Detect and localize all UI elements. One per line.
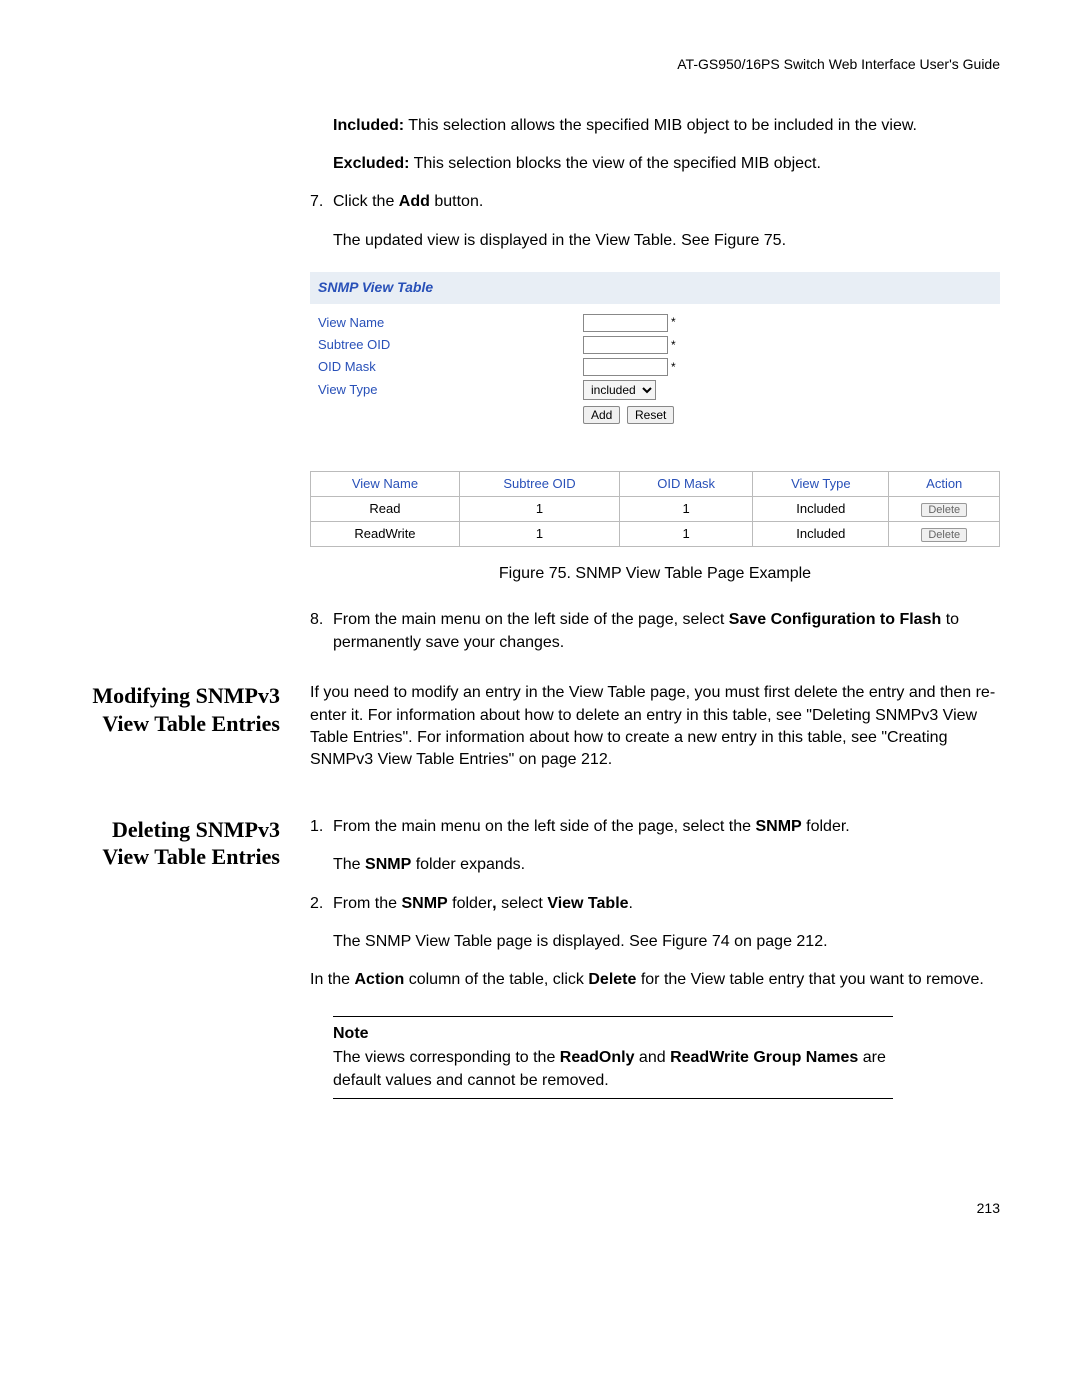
text: The updated view is displayed in the Vie… xyxy=(333,230,1000,252)
text: button. xyxy=(430,193,483,210)
oid-mask-input[interactable] xyxy=(583,358,668,376)
modifying-section: Modifying SNMPv3 View Table Entries If y… xyxy=(80,682,1000,788)
cell: Read xyxy=(311,496,460,521)
text: The xyxy=(333,856,365,873)
text: select xyxy=(497,895,548,912)
col-view-type: View Type xyxy=(753,471,889,496)
text: From the main menu on the left side of t… xyxy=(333,818,755,835)
text: From the main menu on the left side of t… xyxy=(333,611,729,628)
text: Click the xyxy=(333,193,399,210)
text: folder xyxy=(448,895,492,912)
note-title: Note xyxy=(333,1023,893,1045)
delete-button[interactable]: Delete xyxy=(921,503,967,517)
view-name-input[interactable] xyxy=(583,314,668,332)
cell: 1 xyxy=(459,521,619,546)
text: folder. xyxy=(802,818,850,835)
table-row: Read 1 1 Included Delete xyxy=(311,496,1000,521)
label-subtree-oid: Subtree OID xyxy=(318,336,583,354)
label-oid-mask: OID Mask xyxy=(318,358,583,376)
action-bold: Action xyxy=(354,971,404,988)
readwrite-bold: ReadWrite Group Names xyxy=(670,1049,858,1066)
table-row: ReadWrite 1 1 Included Delete xyxy=(311,521,1000,546)
col-view-name: View Name xyxy=(311,471,460,496)
view-table: View Name Subtree OID OID Mask View Type… xyxy=(310,471,1000,548)
delete-bold: Delete xyxy=(588,971,636,988)
label-view-type: View Type xyxy=(318,381,583,399)
col-oid-mask: OID Mask xyxy=(620,471,753,496)
excluded-text: This selection blocks the view of the sp… xyxy=(409,155,820,172)
text: From the xyxy=(333,895,401,912)
step-num: 7. xyxy=(310,191,333,252)
snmp-bold: SNMP xyxy=(755,818,801,835)
add-button[interactable]: Add xyxy=(583,406,620,424)
cell: Included xyxy=(753,496,889,521)
page-number: 213 xyxy=(80,1199,1000,1219)
modifying-body: If you need to modify an entry in the Vi… xyxy=(310,682,1000,772)
reset-button[interactable]: Reset xyxy=(627,406,674,424)
snmp-view-table-figure: SNMP View Table View Name * Subtree OID … xyxy=(310,272,1000,547)
step-8: 8. From the main menu on the left side o… xyxy=(310,609,1000,654)
col-action: Action xyxy=(889,471,1000,496)
view-table-bold: View Table xyxy=(547,895,628,912)
snmp-bold: SNMP xyxy=(401,895,447,912)
delete-button[interactable]: Delete xyxy=(921,528,967,542)
view-type-select[interactable]: included xyxy=(583,380,656,400)
text: The SNMP View Table page is displayed. S… xyxy=(333,931,1000,953)
readonly-bold: ReadOnly xyxy=(560,1049,635,1066)
doc-header: AT-GS950/16PS Switch Web Interface User'… xyxy=(80,55,1000,75)
modifying-heading: Modifying SNMPv3 View Table Entries xyxy=(80,682,310,788)
included-text: This selection allows the specified MIB … xyxy=(404,117,917,134)
deleting-heading: Deleting SNMPv3 View Table Entries xyxy=(80,816,310,1099)
deleting-section: Deleting SNMPv3 View Table Entries 1. Fr… xyxy=(80,816,1000,1099)
step-num: 2. xyxy=(310,893,333,954)
del-step-1: 1. From the main menu on the left side o… xyxy=(310,816,1000,877)
cell: 1 xyxy=(620,496,753,521)
label-view-name: View Name xyxy=(318,314,583,332)
save-config-bold: Save Configuration to Flash xyxy=(729,611,941,628)
step-num: 1. xyxy=(310,816,333,877)
included-label: Included: xyxy=(333,117,404,134)
del-step-2: 2. From the SNMP folder, select View Tab… xyxy=(310,893,1000,954)
cell: 1 xyxy=(620,521,753,546)
action-para: In the Action column of the table, click… xyxy=(310,969,1000,991)
figure-caption: Figure 75. SNMP View Table Page Example xyxy=(310,563,1000,585)
included-desc: Included: This selection allows the spec… xyxy=(333,115,1000,137)
cell: ReadWrite xyxy=(311,521,460,546)
cell: Included xyxy=(753,521,889,546)
note-body: The views corresponding to the ReadOnly … xyxy=(333,1047,893,1092)
excluded-label: Excluded: xyxy=(333,155,409,172)
note-box: Note The views corresponding to the Read… xyxy=(333,1016,893,1099)
text: folder expands. xyxy=(411,856,525,873)
excluded-desc: Excluded: This selection blocks the view… xyxy=(333,153,1000,175)
text: . xyxy=(629,895,633,912)
add-word: Add xyxy=(399,193,430,210)
step-num: 8. xyxy=(310,609,333,654)
cell: 1 xyxy=(459,496,619,521)
col-subtree-oid: Subtree OID xyxy=(459,471,619,496)
snmp-bold: SNMP xyxy=(365,856,411,873)
step-7: 7. Click the Add button. The updated vie… xyxy=(310,191,1000,252)
snmp-title: SNMP View Table xyxy=(310,272,1000,304)
subtree-oid-input[interactable] xyxy=(583,336,668,354)
